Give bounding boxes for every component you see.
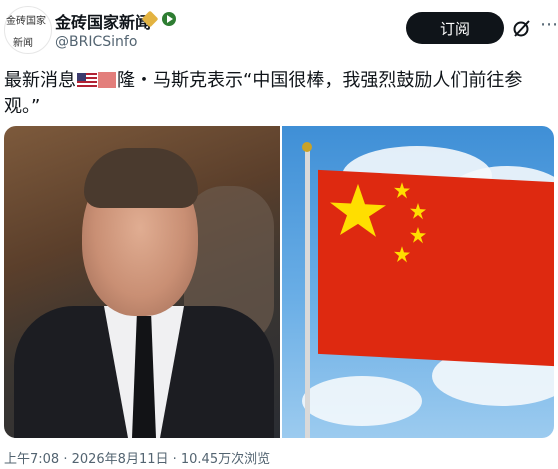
display-name[interactable]: 金砖国家新闻 bbox=[55, 9, 151, 33]
avatar-text-line1: 金砖国家 bbox=[6, 16, 46, 27]
tweet-text: 最新消息 隆・马斯克表示“中国很棒，我强烈鼓励人们前往参观。” bbox=[4, 68, 554, 120]
subscribe-button[interactable]: 订阅 bbox=[406, 12, 504, 44]
hair bbox=[84, 148, 198, 208]
more-icon[interactable]: ⋯ bbox=[540, 16, 558, 34]
affiliate-badge-icon bbox=[162, 12, 176, 26]
flagpole bbox=[305, 148, 310, 438]
us-flag-emoji-icon bbox=[77, 73, 97, 87]
cloud bbox=[302, 376, 422, 426]
tweet-header: 金砖国家 新闻 金砖国家新闻 @BRICSinfo 订阅 ⋯ bbox=[0, 0, 558, 60]
account-handle[interactable]: @BRICSinfo bbox=[55, 34, 137, 50]
china-flag bbox=[318, 169, 554, 367]
flag-stars-icon bbox=[330, 182, 426, 263]
redaction-mark bbox=[98, 72, 116, 88]
tweet-prefix: 最新消息 bbox=[4, 70, 76, 91]
chinese-flag-photo[interactable] bbox=[282, 126, 554, 438]
portrait-photo[interactable] bbox=[4, 126, 280, 438]
tweet-media[interactable] bbox=[4, 126, 554, 438]
avatar-text-line2: 新闻 bbox=[13, 38, 33, 49]
avatar[interactable]: 金砖国家 新闻 bbox=[4, 6, 52, 54]
flagpole-finial bbox=[302, 142, 312, 152]
grok-icon[interactable] bbox=[512, 18, 532, 38]
tweet-meta[interactable]: 上午7:08 · 2026年8月11日 · 10.45万次浏览 bbox=[4, 448, 270, 467]
